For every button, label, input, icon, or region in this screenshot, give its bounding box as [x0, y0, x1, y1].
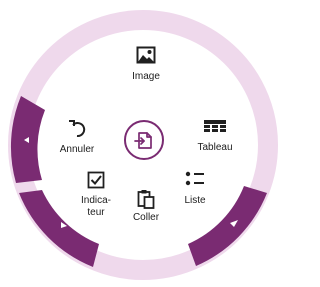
checkbox-icon: [87, 171, 105, 189]
menu-item-indicateur-label-line2: teur: [87, 207, 105, 218]
table-icon: [204, 120, 226, 132]
menu-item-annuler[interactable]: Annuler: [54, 120, 100, 156]
menu-item-liste-label: Liste: [184, 195, 206, 206]
menu-item-liste[interactable]: Liste: [177, 171, 213, 207]
center-insert-button[interactable]: [123, 119, 165, 161]
menu-item-coller[interactable]: Coller: [126, 189, 166, 224]
menu-item-tableau-label: Tableau: [197, 142, 233, 153]
menu-item-coller-label: Coller: [132, 212, 160, 223]
menu-item-indicateur[interactable]: Indica- teur: [73, 171, 119, 219]
undo-icon: [69, 120, 86, 138]
menu-item-image-label: Image: [132, 71, 160, 82]
menu-item-image[interactable]: Image: [124, 46, 168, 83]
menu-item-tableau[interactable]: Tableau: [192, 120, 238, 154]
menu-item-annuler-label: Annuler: [59, 144, 95, 155]
paste-icon: [137, 190, 155, 209]
image-icon: [136, 46, 156, 64]
bullet-list-icon: [185, 171, 204, 186]
menu-item-indicateur-label-line1: Indica-: [80, 195, 111, 206]
